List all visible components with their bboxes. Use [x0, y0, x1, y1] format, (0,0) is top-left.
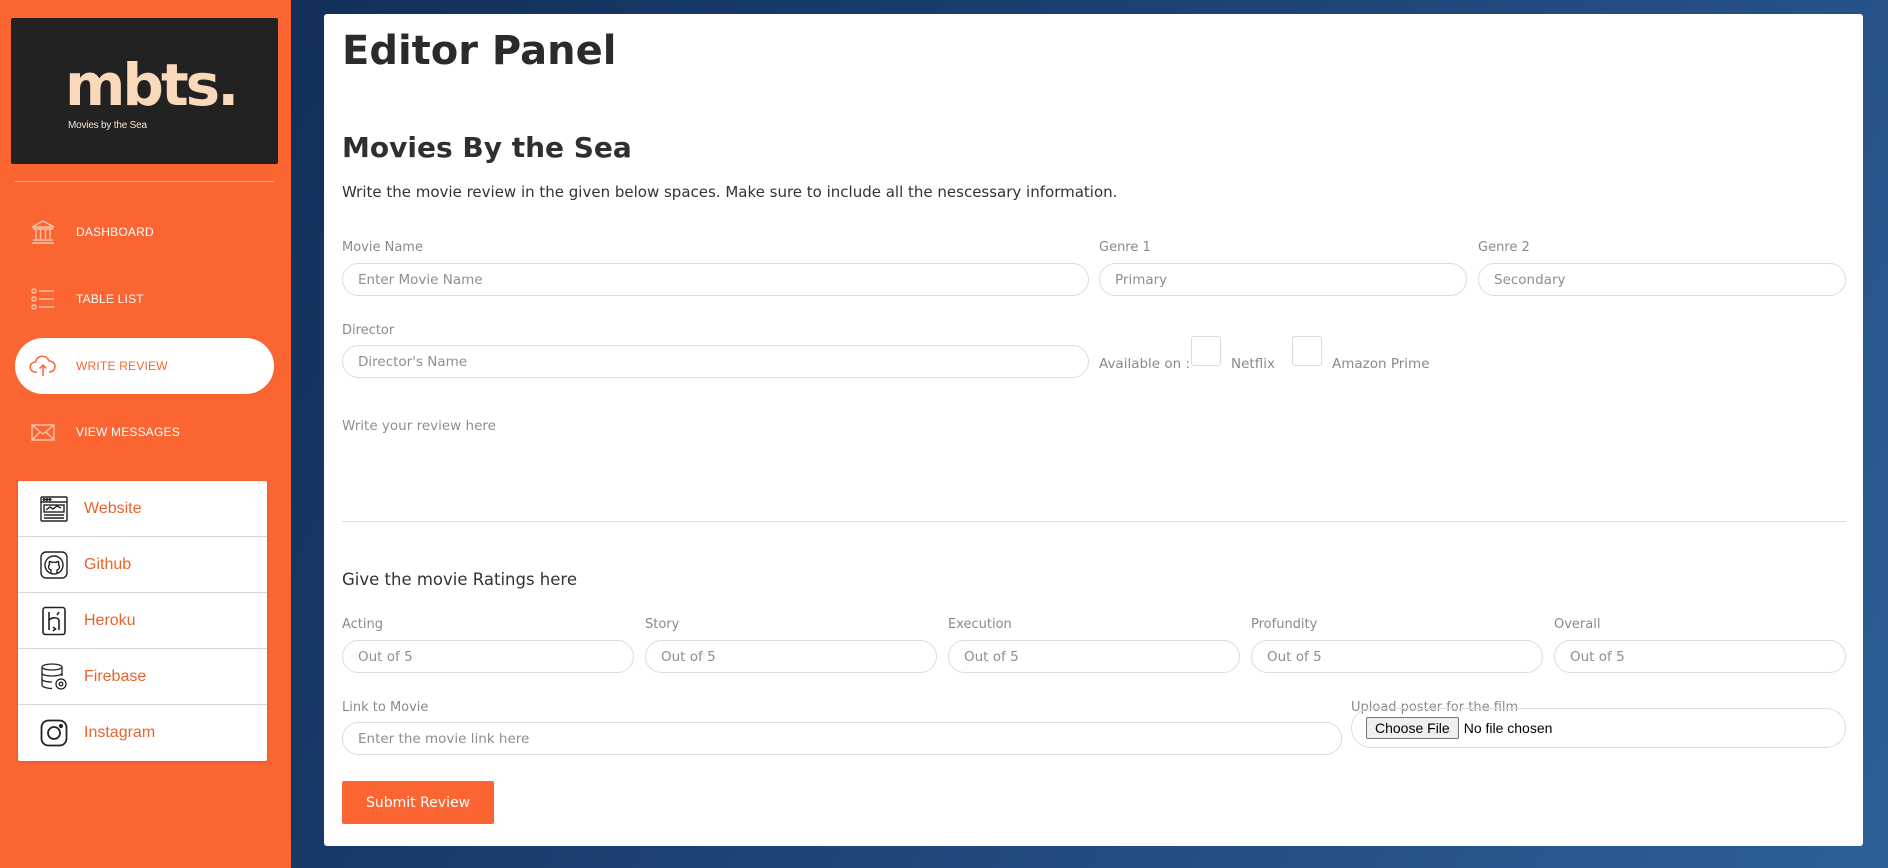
- genre2-label: Genre 2: [1478, 240, 1530, 255]
- browser-window-icon: [38, 493, 70, 525]
- link-label: Heroku: [84, 611, 136, 629]
- brand-logo[interactable]: mbts. Movies by the Sea: [11, 18, 278, 164]
- bank-icon: [29, 218, 57, 246]
- movie-link-input[interactable]: [342, 722, 1342, 755]
- movie-name-input[interactable]: [342, 263, 1089, 296]
- overall-input[interactable]: [1554, 640, 1846, 673]
- acting-input[interactable]: [342, 640, 634, 673]
- link-label: Instagram: [84, 724, 156, 741]
- genre1-label: Genre 1: [1099, 240, 1151, 255]
- link-label: Firebase: [84, 667, 147, 685]
- story-label: Story: [645, 617, 680, 632]
- sidebar-divider: [15, 181, 274, 182]
- section-divider: [342, 521, 1846, 522]
- logo-text: mbts.: [65, 51, 239, 119]
- link-github[interactable]: Github: [18, 537, 267, 593]
- movie-name-label: Movie Name: [342, 240, 423, 255]
- file-status: No file chosen: [1463, 720, 1553, 736]
- amazon-prime-checkbox[interactable]: [1292, 336, 1322, 366]
- overall-label: Overall: [1554, 617, 1601, 632]
- envelope-icon: [29, 418, 57, 446]
- choose-file-button[interactable]: Choose File: [1366, 717, 1459, 739]
- profundity-input[interactable]: [1251, 640, 1543, 673]
- link-heroku[interactable]: Heroku: [18, 593, 267, 649]
- submit-review-button[interactable]: Submit Review: [342, 781, 494, 824]
- section-title: Movies By the Sea: [342, 131, 632, 164]
- editor-panel-card: Editor Panel Movies By the Sea Write the…: [324, 14, 1863, 846]
- page-title: Editor Panel: [342, 28, 617, 74]
- nav-label: WRITE REVIEW: [76, 359, 168, 373]
- nav-item-view-messages[interactable]: VIEW MESSAGES: [15, 404, 274, 460]
- logo-tagline: Movies by the Sea: [68, 120, 147, 131]
- execution-input[interactable]: [948, 640, 1240, 673]
- poster-file-input: Choose File No file chosen: [1351, 708, 1846, 748]
- available-on-label: Available on :: [1099, 356, 1191, 372]
- netflix-checkbox[interactable]: [1191, 336, 1221, 366]
- link-instagram[interactable]: Instagram: [18, 705, 267, 761]
- sidebar: mbts. Movies by the Sea DASHBOARD TABLE …: [0, 0, 291, 868]
- nav-item-write-review[interactable]: WRITE REVIEW: [15, 338, 274, 394]
- instagram-icon: [38, 717, 70, 749]
- link-label: Github: [84, 555, 132, 573]
- genre2-input[interactable]: [1478, 263, 1846, 296]
- execution-label: Execution: [948, 617, 1012, 632]
- netflix-label: Netflix: [1231, 356, 1275, 372]
- acting-label: Acting: [342, 617, 384, 632]
- list-icon: [29, 285, 57, 313]
- story-input[interactable]: [645, 640, 937, 673]
- amazon-prime-label: Amazon Prime: [1332, 356, 1430, 372]
- link-website[interactable]: Website: [18, 481, 267, 537]
- github-icon: [38, 549, 70, 581]
- cloud-upload-icon: [29, 352, 57, 380]
- intro-text: Write the movie review in the given belo…: [342, 183, 1118, 201]
- movie-link-label: Link to Movie: [342, 700, 429, 715]
- nav-item-table-list[interactable]: TABLE LIST: [15, 271, 274, 327]
- ratings-title: Give the movie Ratings here: [342, 570, 577, 589]
- link-label: Website: [84, 499, 142, 517]
- nav-label: TABLE LIST: [76, 292, 144, 306]
- nav-item-dashboard[interactable]: DASHBOARD: [15, 204, 274, 260]
- database-icon: [38, 661, 70, 693]
- director-label: Director: [342, 323, 395, 338]
- heroku-icon: [38, 605, 70, 637]
- review-textarea[interactable]: [342, 418, 1846, 530]
- link-firebase[interactable]: Firebase: [18, 649, 267, 705]
- external-links-card: Website Github Heroku Firebase Instagram: [18, 481, 267, 761]
- director-input[interactable]: [342, 345, 1089, 378]
- genre1-input[interactable]: [1099, 263, 1467, 296]
- profundity-label: Profundity: [1251, 617, 1318, 632]
- nav-label: DASHBOARD: [76, 225, 154, 239]
- nav-label: VIEW MESSAGES: [76, 425, 180, 439]
